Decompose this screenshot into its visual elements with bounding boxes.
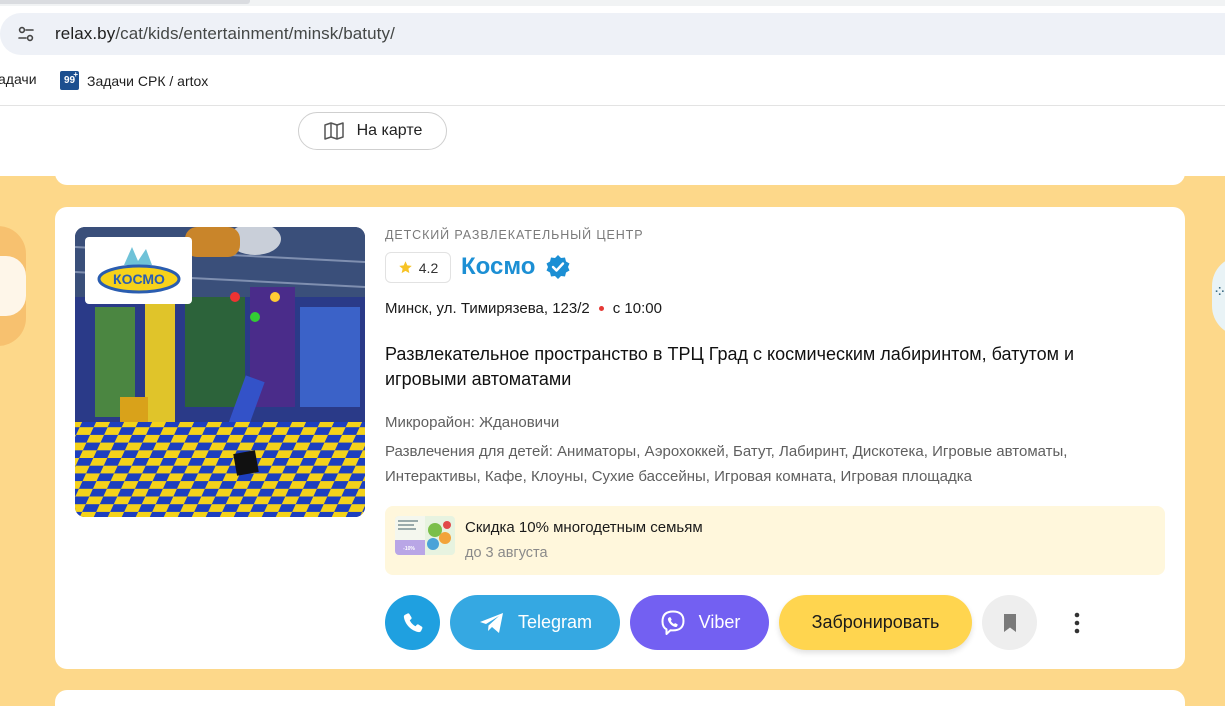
map-button-label: На карте	[356, 122, 423, 139]
promo-thumb-badge: -10%	[403, 546, 415, 552]
book-button[interactable]: Забронировать	[779, 595, 972, 650]
show-on-map-button[interactable]: На карте	[298, 112, 447, 150]
filter-card: На карте	[55, 106, 1185, 185]
site-info-icon[interactable]	[14, 22, 38, 46]
bookmark-icon	[1003, 613, 1016, 632]
listing-title[interactable]: Космо	[461, 253, 535, 281]
entertainment-list: Развлечения для детей: Аниматоры, Аэрохо…	[385, 443, 1068, 485]
next-listing-card	[55, 690, 1185, 706]
bookmark-favicon-icon: 99 +	[60, 70, 79, 90]
bookmark-label: Задачи СРК / artox	[87, 72, 209, 89]
url-text[interactable]: relax.by/cat/kids/entertainment/minsk/ba…	[55, 24, 395, 44]
opening-hours: с 10:00	[612, 300, 662, 317]
page-content: ⁘ На карте	[0, 106, 1225, 706]
listing-description: Развлекательное пространство в ТРЦ Град …	[385, 344, 1075, 389]
bookmark-item-tasks[interactable]: адачи	[0, 71, 37, 87]
address-line: Минск, ул. Тимирязева, 123/2 с 10:00	[385, 300, 662, 317]
tab-strip	[0, 0, 1225, 6]
address-text: Минск, ул. Тимирязева, 123/2	[385, 300, 590, 317]
phone-icon	[403, 612, 422, 632]
promo-banner[interactable]: -10% Скидка 10% многодетным семьям до 3 …	[385, 506, 1165, 575]
decoration-right-dots: ⁘	[1213, 282, 1225, 302]
book-label: Забронировать	[811, 612, 940, 632]
map-icon	[323, 122, 344, 140]
decoration-left-inner	[0, 256, 26, 316]
telegram-icon	[479, 612, 503, 633]
promo-title: Скидка 10% многодетным семьям	[465, 519, 703, 536]
rating-value: 4.2	[418, 259, 439, 276]
active-tab-edge[interactable]	[0, 0, 250, 4]
listing-card: КОСМО ДЕТСКИЙ РАЗВЛЕКАТЕЛЬНЫЙ ЦЕНТР 4.2 …	[55, 207, 1185, 669]
listing-logo: КОСМО	[85, 237, 192, 304]
listing-photo[interactable]: КОСМО	[75, 227, 365, 517]
promo-until: до 3 августа	[465, 545, 548, 561]
microdistrict: Микрорайон: Ждановичи	[385, 414, 560, 431]
viber-icon	[661, 610, 685, 635]
logo-text: КОСМО	[113, 271, 165, 287]
verified-icon	[546, 255, 570, 279]
url-path: /cat/kids/entertainment/minsk/batuty/	[115, 24, 395, 43]
more-options-button[interactable]	[1062, 595, 1092, 650]
call-button[interactable]	[385, 595, 440, 650]
address-bar[interactable]: relax.by/cat/kids/entertainment/minsk/ba…	[0, 13, 1225, 55]
url-host: relax.by	[55, 24, 116, 43]
bookmarks-bar: адачи 99 + Задачи СРК / artox	[0, 62, 1225, 98]
telegram-label: Telegram	[517, 612, 593, 632]
more-icon	[1074, 612, 1080, 633]
rating-badge[interactable]: 4.2	[385, 252, 451, 283]
viber-button[interactable]: Viber	[630, 595, 769, 650]
bookmark-label: адачи	[0, 71, 37, 87]
separator-dot	[598, 306, 604, 311]
bookmark-item-srk[interactable]: 99 + Задачи СРК / artox	[60, 70, 209, 90]
title-row: Космо	[461, 253, 571, 281]
viber-label: Viber	[698, 612, 741, 632]
save-bookmark-button[interactable]	[982, 595, 1037, 650]
listing-category: ДЕТСКИЙ РАЗВЛЕКАТЕЛЬНЫЙ ЦЕНТР	[385, 228, 644, 242]
telegram-button[interactable]: Telegram	[450, 595, 620, 650]
promo-thumbnail: -10%	[395, 516, 455, 555]
star-icon	[399, 261, 412, 274]
